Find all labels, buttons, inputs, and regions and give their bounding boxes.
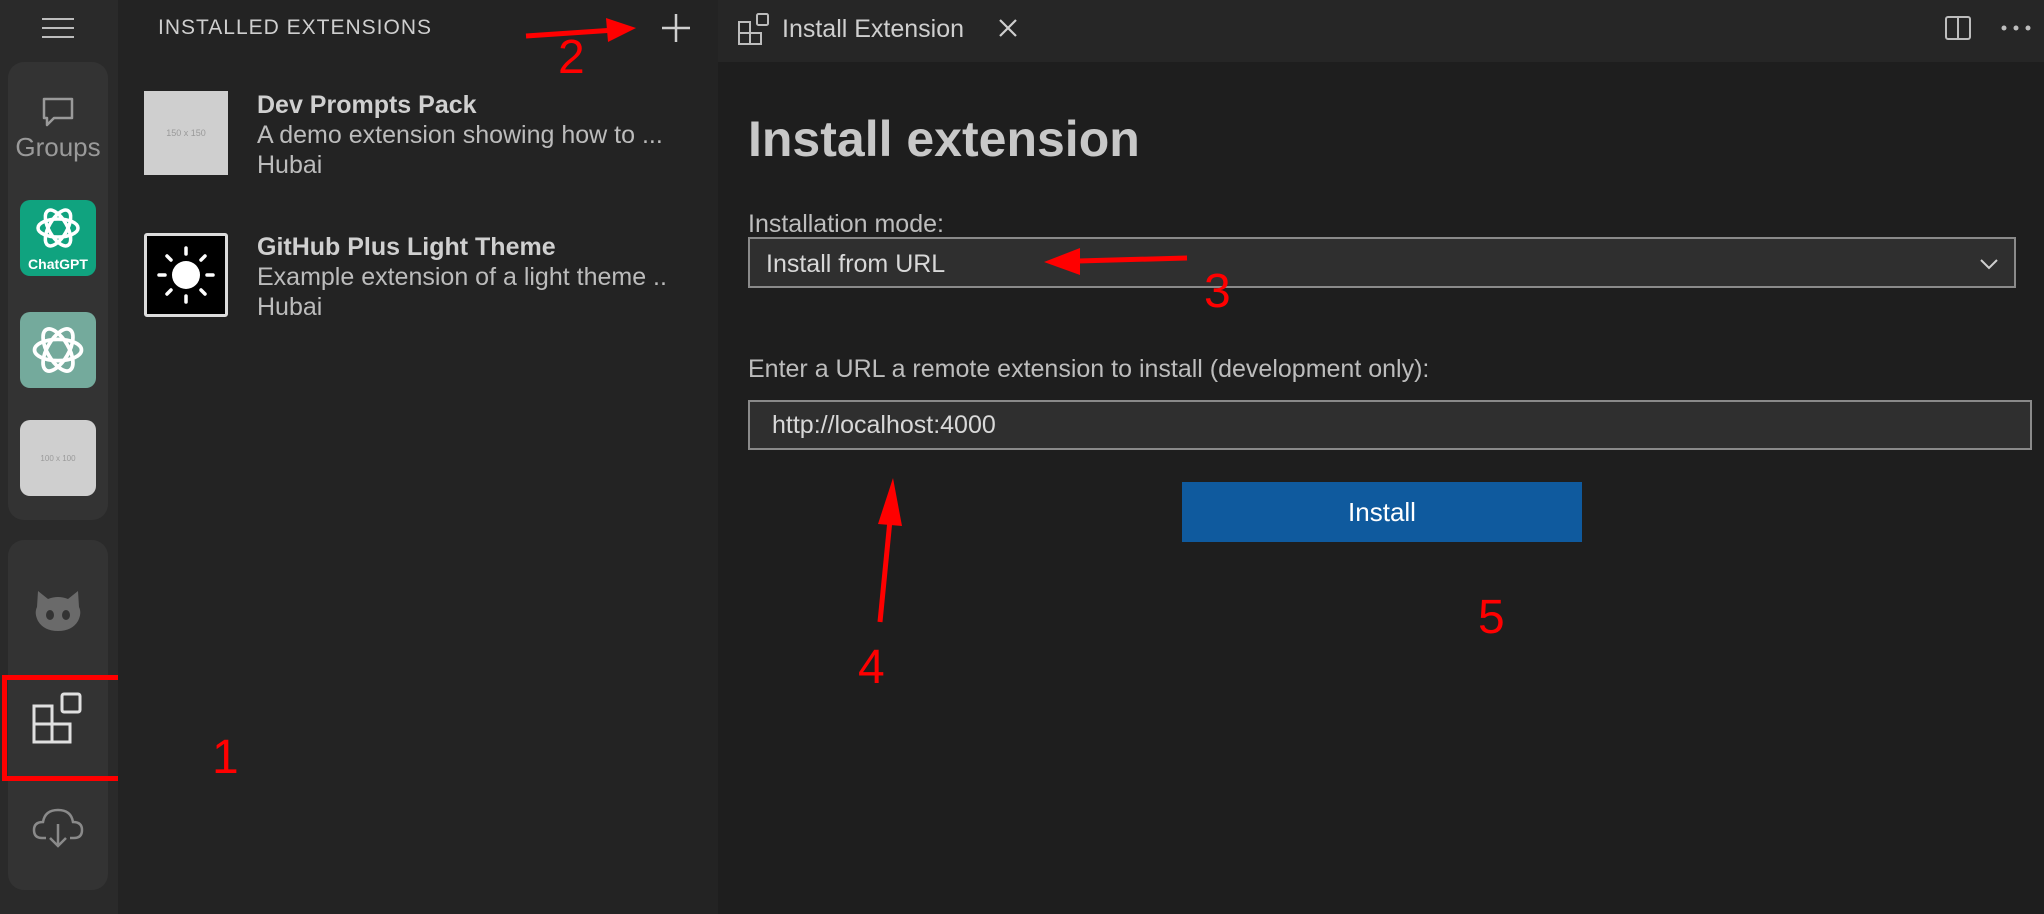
- extension-thumbnail: 150 x 150: [144, 91, 228, 175]
- extension-name: Dev Prompts Pack: [257, 91, 477, 119]
- tab-label: Install Extension: [782, 15, 965, 43]
- install-button[interactable]: Install: [1182, 482, 1582, 542]
- url-input[interactable]: [748, 400, 2032, 450]
- hamburger-menu-icon[interactable]: [42, 18, 74, 42]
- extension-thumbnail: [144, 233, 228, 317]
- add-extension-button[interactable]: [658, 10, 694, 46]
- extension-author: Hubai: [257, 293, 323, 321]
- cloud-download-icon: [32, 808, 84, 848]
- close-icon[interactable]: [992, 12, 1024, 44]
- groups-label: Groups: [15, 132, 101, 162]
- chatgpt-app-tile[interactable]: ChatGPT: [20, 200, 96, 276]
- openai-app-tile[interactable]: [20, 312, 96, 388]
- placeholder-label: 100 x 100: [40, 453, 76, 463]
- openai-logo-icon: [32, 327, 84, 373]
- cloud-download-button[interactable]: [28, 798, 88, 858]
- page-title: Install extension: [748, 111, 1140, 167]
- extension-name: GitHub Plus Light Theme: [257, 233, 556, 261]
- sun-icon: [157, 246, 215, 304]
- extensions-icon: [738, 13, 769, 45]
- more-actions-icon[interactable]: [1996, 12, 2036, 44]
- annotation-step-5: 5: [1478, 591, 1505, 644]
- extension-description: Example extension of a light theme ..: [257, 263, 667, 291]
- annotation-step-2: 2: [558, 31, 585, 84]
- github-octocat-button[interactable]: [28, 580, 88, 640]
- tab-install-extension[interactable]: Install Extension: [718, 0, 1028, 62]
- extensions-sidebar: INSTALLED EXTENSIONS 150 x 150 Dev Promp…: [118, 0, 718, 914]
- editor-area: Install Extension Install extension Inst…: [718, 0, 2044, 914]
- plus-icon: [662, 14, 690, 42]
- thumbnail-placeholder-label: 150 x 150: [166, 128, 206, 138]
- annotation-step-1: 1: [212, 731, 239, 784]
- chat-bubble-icon: [42, 97, 74, 127]
- annotation-highlight-box: [2, 675, 128, 781]
- installation-mode-label: Installation mode:: [748, 210, 944, 238]
- url-field-label: Enter a URL a remote extension to instal…: [748, 355, 1430, 383]
- placeholder-app-tile[interactable]: 100 x 100: [20, 420, 96, 496]
- tab-bar: Install Extension: [718, 0, 2044, 62]
- openai-logo-icon: [36, 208, 80, 248]
- groups-button[interactable]: Groups: [8, 96, 108, 168]
- split-editor-icon[interactable]: [1942, 12, 1974, 44]
- chatgpt-label: ChatGPT: [28, 256, 88, 272]
- annotation-step-4: 4: [858, 641, 885, 694]
- sidebar-title: INSTALLED EXTENSIONS: [158, 16, 433, 39]
- octocat-icon: [35, 591, 81, 631]
- chevron-down-icon: [1980, 259, 1998, 270]
- installation-mode-value: Install from URL: [766, 250, 946, 278]
- annotation-step-3: 3: [1204, 265, 1231, 318]
- groups-panel: Groups ChatGPT 100 x 100: [8, 62, 108, 520]
- extension-author: Hubai: [257, 151, 323, 179]
- extension-list-item[interactable]: GitHub Plus Light Theme Example extensio…: [144, 233, 718, 333]
- extension-list-item[interactable]: 150 x 150 Dev Prompts Pack A demo extens…: [144, 91, 718, 191]
- extension-description: A demo extension showing how to ...: [257, 121, 663, 149]
- installation-mode-select[interactable]: Install from URL: [748, 237, 2016, 288]
